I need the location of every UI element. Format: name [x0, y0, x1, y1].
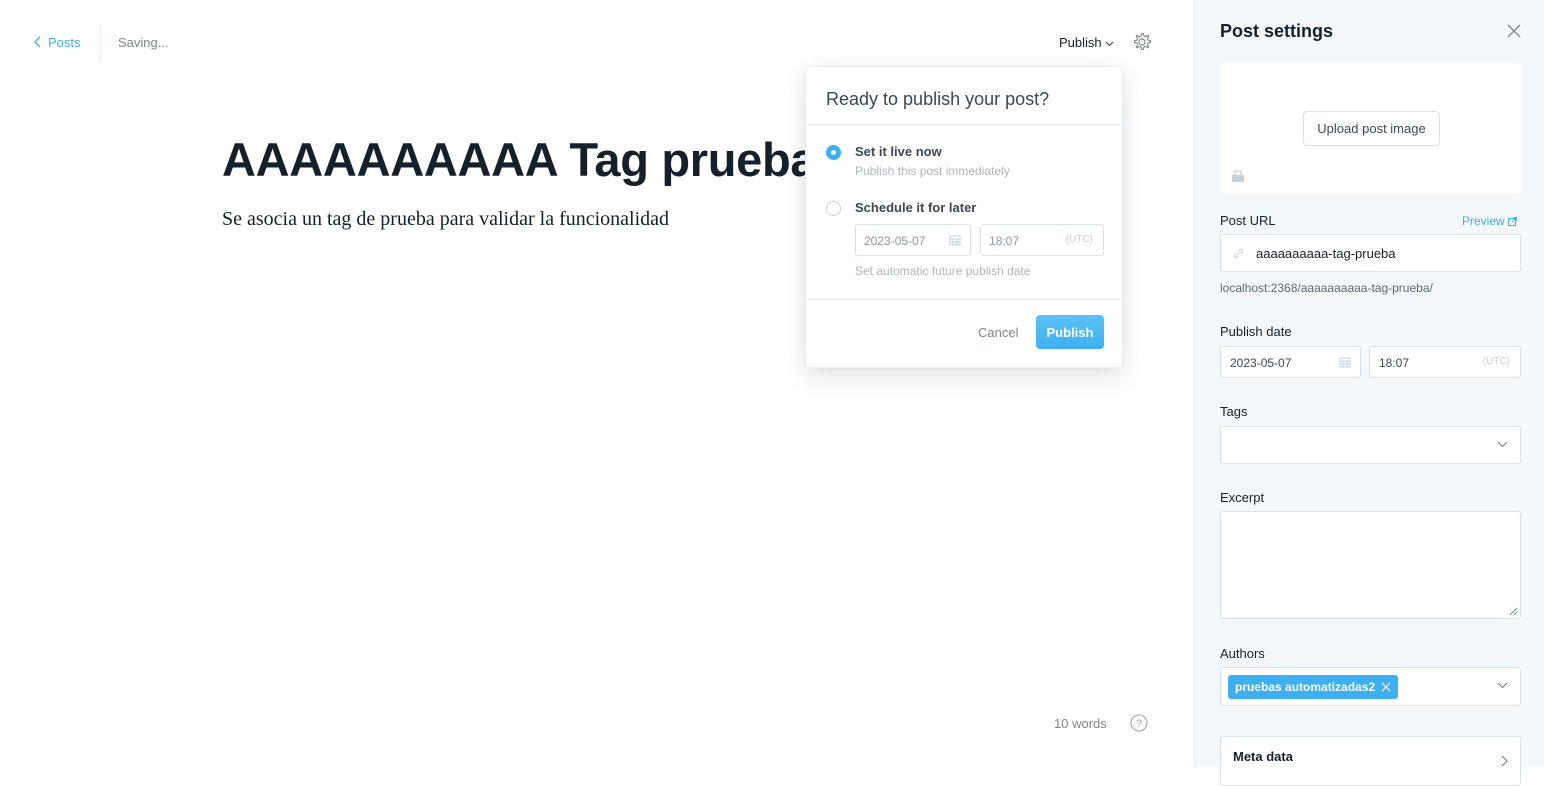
radio-schedule[interactable] [826, 201, 841, 216]
post-url-label: Post URL [1220, 213, 1276, 228]
calendar-icon [1339, 357, 1351, 368]
post-image-area[interactable]: Upload post image [1220, 63, 1521, 193]
external-link-icon [1507, 216, 1517, 226]
author-chip-label: pruebas automatizadas2 [1235, 680, 1376, 694]
publish-date-label: Publish date [1220, 324, 1292, 339]
divider [806, 299, 1122, 300]
option-title: Set it live now [855, 144, 942, 159]
chevron-down-icon [1105, 41, 1114, 46]
option-live-now[interactable]: Set it live now Publish this post immedi… [826, 144, 1010, 178]
editor-area: Posts Saving... Publish AAAAAAAAAA Tag p… [0, 0, 1194, 767]
excerpt-label: Excerpt [1220, 490, 1265, 505]
radio-live-now[interactable] [826, 145, 841, 160]
schedule-hint: Set automatic future publish date [855, 264, 1031, 278]
link-icon [1233, 248, 1244, 259]
publish-time-input[interactable]: 18:07 (UTC) [1369, 346, 1521, 378]
publish-time-value: 18:07 [1379, 356, 1410, 370]
publish-menu-button[interactable]: Publish [1059, 35, 1114, 50]
tags-label: Tags [1220, 404, 1248, 419]
svg-text:?: ? [1136, 718, 1142, 730]
schedule-time-input[interactable]: 18:07 (UTC) [980, 224, 1104, 256]
schedule-time-value: 18:07 [989, 234, 1020, 248]
breadcrumb: Posts [34, 33, 81, 51]
popover-heading: Ready to publish your post? [806, 67, 1122, 125]
publish-menu-label: Publish [1059, 35, 1102, 50]
option-schedule[interactable]: Schedule it for later [826, 200, 976, 216]
schedule-date-value: 2023-05-07 [864, 234, 926, 248]
publish-popover: Ready to publish your post? Set it live … [805, 66, 1123, 368]
publish-date-input[interactable]: 2023-05-07 [1220, 346, 1361, 378]
post-title[interactable]: AAAAAAAAAA Tag prueba [222, 132, 817, 187]
option-desc: Publish this post immediately [855, 164, 1010, 178]
authors-label: Authors [1220, 646, 1265, 661]
post-url-full: localhost:2368/aaaaaaaaaa-tag-prueba/ [1220, 281, 1433, 295]
chevron-left-icon [34, 36, 41, 48]
excerpt-textarea[interactable] [1220, 511, 1521, 619]
close-icon[interactable] [1506, 23, 1522, 39]
cancel-button[interactable]: Cancel [978, 325, 1018, 340]
option-title: Schedule it for later [855, 200, 977, 215]
preview-label: Preview [1462, 214, 1505, 228]
tags-select[interactable] [1220, 426, 1521, 464]
publish-button[interactable]: Publish [1036, 315, 1104, 349]
authors-select[interactable]: pruebas automatizadas2 [1220, 667, 1521, 706]
back-link-label: Posts [48, 34, 81, 50]
post-body[interactable]: Se asocia un tag de prueba para validar … [222, 208, 669, 231]
chevron-right-icon [1501, 755, 1508, 767]
gear-icon[interactable] [1131, 31, 1153, 53]
chevron-down-icon [1497, 441, 1508, 448]
meta-data-section[interactable]: Meta data [1220, 736, 1521, 786]
post-url-value: aaaaaaaaaa-tag-prueba [1256, 246, 1396, 261]
timezone-label: (UTC) [1065, 234, 1093, 245]
post-settings-sidebar: Post settings Upload post image Post URL… [1194, 0, 1544, 786]
chevron-down-icon [1497, 682, 1508, 689]
back-to-posts-link[interactable]: Posts [34, 35, 81, 50]
preview-link[interactable]: Preview [1462, 214, 1517, 228]
post-url-input[interactable]: aaaaaaaaaa-tag-prueba [1220, 234, 1521, 272]
calendar-icon [949, 235, 961, 246]
image-icon [1232, 170, 1244, 182]
author-chip: pruebas automatizadas2 [1228, 675, 1399, 699]
save-status: Saving... [118, 35, 169, 50]
divider [100, 25, 101, 60]
help-icon[interactable]: ? [1130, 714, 1148, 732]
schedule-date-input[interactable]: 2023-05-07 [855, 224, 971, 256]
word-count: 10 words [1054, 716, 1107, 731]
timezone-label: (UTC) [1482, 356, 1510, 367]
meta-data-label: Meta data [1233, 749, 1293, 764]
resize-grip-icon[interactable] [1509, 607, 1518, 616]
upload-image-button[interactable]: Upload post image [1303, 111, 1440, 146]
publish-date-value: 2023-05-07 [1230, 356, 1292, 370]
remove-icon[interactable] [1381, 682, 1391, 692]
sidebar-title: Post settings [1220, 21, 1334, 41]
